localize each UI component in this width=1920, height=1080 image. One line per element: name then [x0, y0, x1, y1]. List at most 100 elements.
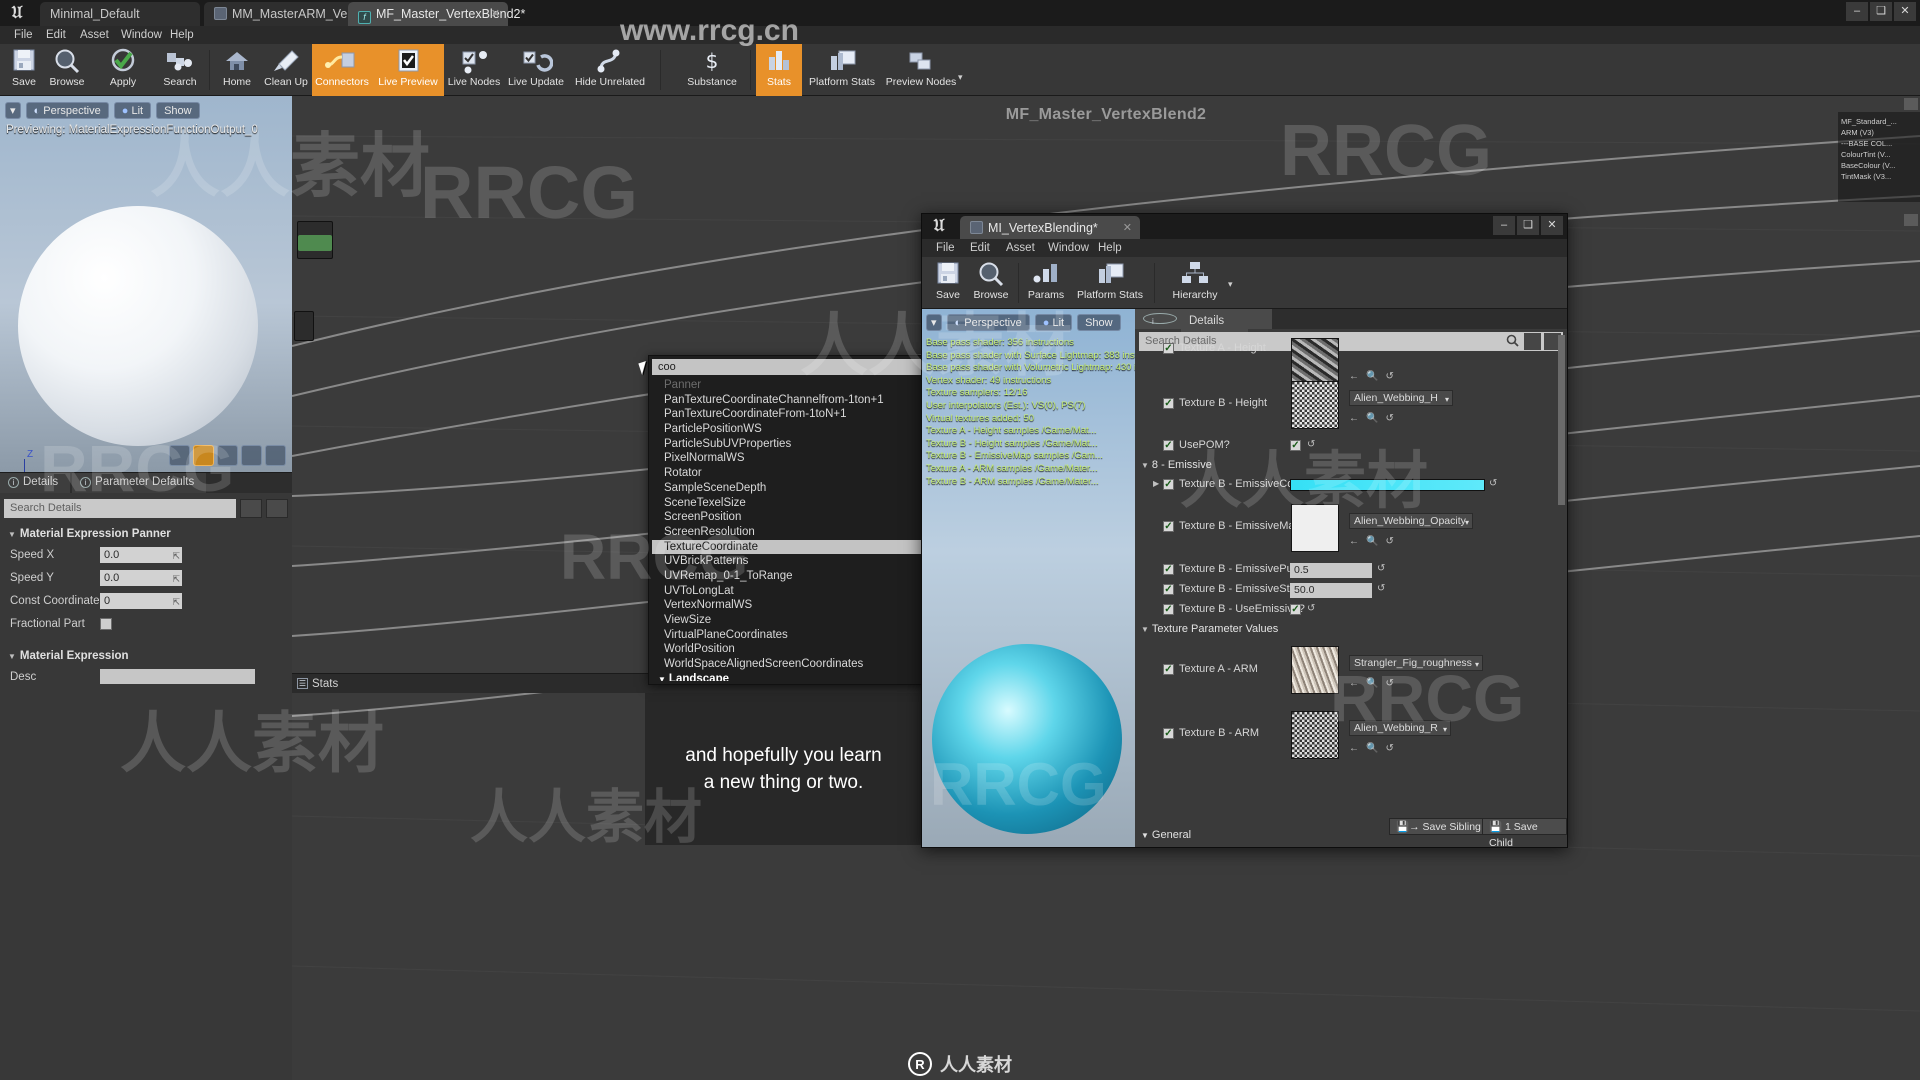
- const-coordinate-input[interactable]: 0 ⇱: [100, 592, 182, 610]
- checkbox-texture-b-arm[interactable]: ✓: [1163, 728, 1174, 739]
- reset-icon[interactable]: ⇱: [172, 594, 180, 610]
- row-actions-texture-a-arm[interactable]: ← 🔍 ↺: [1349, 678, 1401, 689]
- chevron-right-icon[interactable]: ▶: [1153, 479, 1159, 488]
- dropdown-texture-b-height[interactable]: Alien_Webbing_H ▾: [1349, 390, 1453, 406]
- fractional-part-checkbox[interactable]: [100, 617, 112, 630]
- toolbar-platform-stats[interactable]: Platform Stats: [802, 44, 882, 96]
- instance-preview-viewport[interactable]: ▾ ◐ Perspective ● Lit Show Base pass sha…: [922, 309, 1135, 847]
- instance-details-rows[interactable]: ✓ Texture A - Height ← 🔍 ↺ ✓ Texture B - H…: [1135, 335, 1567, 815]
- child-toolbar-browse[interactable]: Browse: [968, 257, 1014, 309]
- thumbnail-texture-b-arm[interactable]: [1291, 711, 1339, 759]
- window-tab-level[interactable]: Minimal_Default: [40, 2, 200, 26]
- speed-x-input[interactable]: 0.0 ⇱: [100, 546, 182, 564]
- menu-asset[interactable]: Asset: [72, 26, 117, 44]
- close-icon[interactable]: ✕: [1123, 216, 1132, 240]
- toolbar-live-update[interactable]: Live Update: [504, 44, 568, 96]
- viewport-options-dropdown[interactable]: ▾: [5, 101, 21, 119]
- menu-help[interactable]: Help: [162, 26, 202, 44]
- child-toolbar-platform-stats[interactable]: Platform Stats: [1070, 257, 1150, 309]
- details-grid-view-button[interactable]: [240, 498, 262, 518]
- save-sibling-button[interactable]: 💾→ Save Sibling: [1389, 818, 1488, 835]
- graph-node-stub[interactable]: [294, 311, 314, 341]
- toolbar-connectors[interactable]: Connectors: [312, 44, 372, 96]
- viewport-show-button[interactable]: Show: [156, 101, 200, 119]
- save-child-button[interactable]: 💾 1 Save Child: [1482, 818, 1567, 849]
- menu-asset[interactable]: Asset: [998, 239, 1043, 257]
- toolbar-live-preview[interactable]: Live Preview: [372, 44, 444, 96]
- checkbox-texture-b-useemissive[interactable]: ✓: [1163, 604, 1174, 615]
- checkbox-texture-a-height[interactable]: ✓: [1163, 343, 1174, 354]
- toolbar-apply[interactable]: Apply: [100, 44, 146, 96]
- input-texture-b-emissivestrength[interactable]: 50.0: [1290, 583, 1372, 598]
- details-visibility-button[interactable]: [266, 498, 288, 518]
- speed-y-input[interactable]: 0.0 ⇱: [100, 569, 182, 587]
- reset-icon[interactable]: ⇱: [172, 548, 180, 564]
- row-actions-emissive-colour[interactable]: ↺: [1489, 478, 1504, 489]
- checkbox-texture-b-emissivepulsation[interactable]: ✓: [1163, 564, 1174, 575]
- toolbar-home[interactable]: Home: [214, 44, 260, 96]
- checkbox-use-pom[interactable]: ✓: [1163, 440, 1174, 451]
- dropdown-texture-b-arm[interactable]: Alien_Webbing_R ▾: [1349, 720, 1451, 736]
- checkbox-texture-a-arm[interactable]: ✓: [1163, 664, 1174, 675]
- thumbnail-texture-a-arm[interactable]: [1291, 646, 1339, 694]
- row-actions-useemissive[interactable]: ↺: [1307, 603, 1322, 614]
- reset-icon[interactable]: ⇱: [172, 571, 180, 587]
- row-actions-texture-b-arm[interactable]: ← 🔍 ↺: [1349, 743, 1401, 754]
- checkbox-texture-b-emissivecolour[interactable]: ✓: [1163, 479, 1174, 490]
- child-toolbar-save[interactable]: Save: [928, 257, 968, 309]
- toolbar-clean-up[interactable]: Clean Up: [260, 44, 312, 96]
- viewport-sphere-button[interactable]: [193, 445, 214, 466]
- chevron-down-icon[interactable]: ▾: [958, 72, 963, 83]
- input-texture-b-emissivepulsation[interactable]: 0.5: [1290, 563, 1372, 578]
- viewport-show-button[interactable]: Show: [1077, 313, 1121, 331]
- window-tab-material[interactable]: MM_MasterARM_VertexB*: [204, 2, 381, 26]
- child-toolbar-params[interactable]: Params: [1022, 257, 1070, 309]
- maximize-button[interactable]: ❑: [1517, 216, 1539, 235]
- viewport-perspective-button[interactable]: ◐ Perspective: [25, 101, 109, 119]
- close-icon[interactable]: ✕: [491, 2, 500, 26]
- menu-file[interactable]: File: [928, 239, 963, 257]
- viewport-lit-button[interactable]: ● Lit: [1034, 313, 1073, 331]
- toolbar-stats[interactable]: Stats: [756, 44, 802, 96]
- graph-panel-toggle[interactable]: [1904, 98, 1918, 110]
- viewport-mesh-button[interactable]: [265, 445, 286, 466]
- tab-parameter-defaults[interactable]: i Parameter Defaults: [72, 473, 207, 493]
- value-checkbox-useemissive[interactable]: ✓: [1290, 604, 1301, 615]
- instance-details-tab[interactable]: i Details: [1135, 309, 1567, 332]
- graph-node-pin[interactable]: [298, 235, 332, 251]
- checkbox-texture-b-emissivestrength[interactable]: ✓: [1163, 584, 1174, 595]
- value-checkbox-use-pom[interactable]: ✓: [1290, 440, 1301, 451]
- chevron-down-icon[interactable]: ▾: [1228, 279, 1233, 290]
- dropdown-texture-a-arm[interactable]: Strangler_Fig_roughness ▾: [1349, 655, 1483, 671]
- dropdown-texture-b-emissivemap[interactable]: Alien_Webbing_Opacity ▾: [1349, 513, 1473, 529]
- toolbar-preview-nodes[interactable]: Preview Nodes: [882, 44, 960, 96]
- viewport-perspective-button[interactable]: ◐ Perspective: [946, 313, 1030, 331]
- graph-panel-toggle[interactable]: [1904, 214, 1918, 226]
- group-general[interactable]: ▼ General: [1141, 829, 1191, 841]
- menu-edit[interactable]: Edit: [962, 239, 998, 257]
- toolbar-browse[interactable]: Browse: [44, 44, 90, 96]
- thumbnail-texture-b-emissivemap[interactable]: [1291, 504, 1339, 552]
- menu-file[interactable]: File: [6, 26, 41, 44]
- viewport-options-dropdown[interactable]: ▾: [926, 313, 942, 331]
- row-actions-pulsation[interactable]: ↺: [1377, 563, 1392, 574]
- maximize-button[interactable]: ❑: [1870, 2, 1892, 21]
- section-material-expression[interactable]: ▼ Material Expression: [0, 645, 292, 666]
- details-scrollbar[interactable]: [1558, 335, 1565, 505]
- desc-input[interactable]: [100, 669, 255, 684]
- viewport-cylinder-button[interactable]: [169, 445, 190, 466]
- window-tab-material-function[interactable]: f MF_Master_VertexBlend2* ✕: [348, 2, 525, 26]
- close-button[interactable]: ✕: [1541, 216, 1563, 235]
- row-actions-use-pom[interactable]: ↺: [1307, 439, 1322, 450]
- section-material-expression-panner[interactable]: ▼ Material Expression Panner: [0, 523, 292, 544]
- group-emissive[interactable]: ▼ 8 - Emissive: [1141, 459, 1212, 471]
- toolbar-save[interactable]: Save: [4, 44, 44, 96]
- thumbnail-texture-a-height[interactable]: [1291, 338, 1339, 386]
- toolbar-substance[interactable]: $ Substance: [680, 44, 744, 96]
- toolbar-search[interactable]: Search: [156, 44, 204, 96]
- menu-window[interactable]: Window: [1040, 239, 1097, 257]
- thumbnail-texture-b-height[interactable]: [1291, 381, 1339, 429]
- checkbox-texture-b-emissivemap[interactable]: ✓: [1163, 521, 1174, 532]
- child-toolbar-hierarchy[interactable]: Hierarchy: [1162, 257, 1228, 309]
- graph-mini-palette[interactable]: MF_Standard_... ARM (V3) ---BASE COL... …: [1838, 112, 1920, 202]
